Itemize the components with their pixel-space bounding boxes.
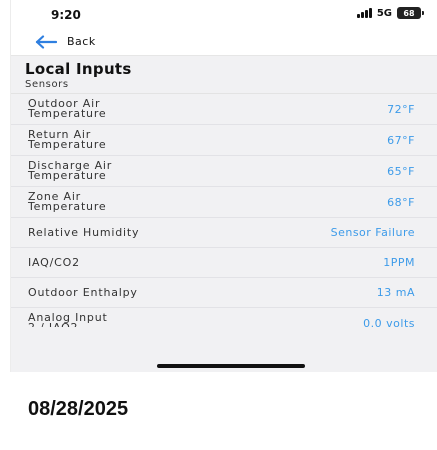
row-value: 13 mA bbox=[376, 286, 415, 299]
row-iaq-co2[interactable]: IAQ/CO2 1PPM bbox=[11, 248, 437, 278]
row-label: Outdoor Enthalpy bbox=[28, 285, 138, 299]
row-value: Sensor Failure bbox=[330, 226, 415, 239]
row-label: Return Air Temperature bbox=[28, 128, 107, 151]
back-label: Back bbox=[67, 35, 96, 48]
battery-icon: 68 bbox=[397, 7, 424, 19]
row-discharge-air-temperature[interactable]: Discharge Air Temperature 65°F bbox=[11, 156, 437, 187]
bottom-area bbox=[11, 327, 437, 372]
row-return-air-temperature[interactable]: Return Air Temperature 67°F bbox=[11, 125, 437, 156]
row-label: Outdoor Air Temperature bbox=[28, 97, 107, 120]
row-value: 65°F bbox=[387, 164, 415, 178]
row-relative-humidity[interactable]: Relative Humidity Sensor Failure bbox=[11, 218, 437, 248]
back-button[interactable]: Back bbox=[35, 34, 96, 49]
row-label: IAQ/CO2 bbox=[28, 255, 80, 269]
row-value: 1PPM bbox=[383, 256, 415, 269]
row-outdoor-air-temperature[interactable]: Outdoor Air Temperature 72°F bbox=[11, 94, 437, 125]
row-zone-air-temperature[interactable]: Zone Air Temperature 68°F bbox=[11, 187, 437, 218]
status-icons: 5G 68 bbox=[356, 7, 424, 19]
row-value: 67°F bbox=[387, 133, 415, 147]
back-arrow-icon bbox=[35, 34, 57, 49]
network-label: 5G bbox=[376, 7, 392, 19]
signal-icon bbox=[356, 8, 372, 18]
row-value: 68°F bbox=[387, 195, 415, 209]
phone-screen: 9:20 5G 68 Back Local Inputs Sensors Out… bbox=[10, 0, 437, 372]
row-label: Zone Air Temperature bbox=[28, 190, 107, 213]
nav-bar: Back bbox=[11, 28, 437, 56]
date-caption: 08/28/2025 bbox=[28, 398, 129, 420]
section-header: Local Inputs Sensors bbox=[11, 56, 437, 94]
row-outdoor-enthalpy[interactable]: Outdoor Enthalpy 13 mA bbox=[11, 278, 437, 308]
home-indicator[interactable] bbox=[157, 364, 305, 368]
status-bar: 9:20 5G 68 bbox=[11, 0, 437, 28]
row-label: Discharge Air Temperature bbox=[28, 159, 113, 182]
section-subtitle: Sensors bbox=[25, 79, 69, 90]
page-title: Local Inputs bbox=[25, 60, 132, 78]
status-time: 9:20 bbox=[51, 8, 81, 22]
row-label: Relative Humidity bbox=[28, 225, 140, 239]
row-value: 72°F bbox=[387, 102, 415, 116]
